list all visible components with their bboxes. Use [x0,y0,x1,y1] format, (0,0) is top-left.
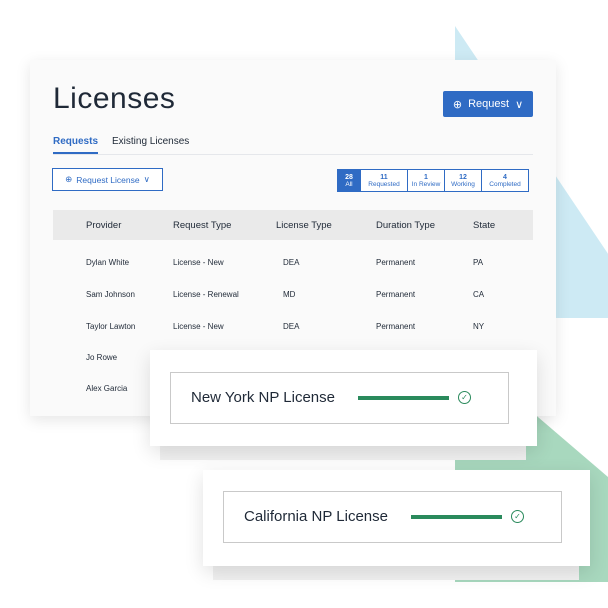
filter-label: Working [451,180,475,188]
cell-provider: Dylan White [86,258,130,267]
column-header-duration-type[interactable]: Duration Type [376,220,435,231]
table-row[interactable]: Taylor Lawton License - New DEA Permanen… [53,312,533,342]
cell-duration-type: Permanent [376,290,416,299]
column-header-license-type[interactable]: License Type [276,220,332,231]
filter-count: 12 [459,173,467,181]
table-header: Provider Request Type License Type Durat… [53,210,533,240]
plus-circle-icon: ⊕ [65,174,73,184]
cell-license-type: DEA [283,258,300,267]
card-shadow [213,566,579,580]
cell-duration-type: Permanent [376,322,416,331]
cell-state: PA [473,258,484,267]
cell-request-type: License - New [173,258,224,267]
license-card-label: California NP License [244,508,388,525]
request-button[interactable]: ⊕ Request ∨ [443,91,533,117]
filter-in-review[interactable]: 1 In Review [407,169,445,192]
filter-all[interactable]: 28 All [337,169,361,192]
table-row[interactable]: Sam Johnson License - Renewal MD Permane… [53,280,533,310]
filter-working[interactable]: 12 Working [444,169,482,192]
cell-provider: Sam Johnson [86,290,135,299]
cell-provider: Alex Garcia [86,384,128,393]
chevron-down-icon: ∨ [515,98,524,111]
filter-requested[interactable]: 11 Requested [360,169,408,192]
filter-count: 4 [503,173,507,181]
chevron-down-icon: ∨ [143,174,150,184]
tab-existing-licenses[interactable]: Existing Licenses [112,136,189,152]
filter-count: 1 [424,173,428,181]
plus-circle-icon: ⊕ [452,98,463,111]
check-circle-icon: ✓ [458,391,471,404]
cell-state: NY [473,322,485,331]
cell-license-type: MD [283,290,296,299]
license-card-inner: California NP License ✓ [223,491,562,543]
cell-license-type: DEA [283,322,300,331]
status-filter-group: 28 All 11 Requested 1 In Review 12 Worki… [337,169,529,192]
filter-label: Completed [489,180,521,188]
license-card-label: New York NP License [191,389,335,406]
card-shadow [160,446,526,460]
request-license-label: Request License [76,174,140,185]
filter-label: All [345,180,353,188]
table-row[interactable]: Dylan White License - New DEA Permanent … [53,248,533,278]
tab-bar: Requests Existing Licenses [53,136,533,155]
check-circle-icon: ✓ [511,510,524,523]
cell-request-type: License - New [173,322,224,331]
cell-duration-type: Permanent [376,258,416,267]
progress-bar [358,396,449,400]
column-header-request-type[interactable]: Request Type [173,220,231,231]
filter-label: In Review [411,180,441,188]
license-card-california[interactable]: California NP License ✓ [203,470,590,566]
progress-bar [411,515,502,519]
request-license-button[interactable]: ⊕ Request License ∨ [52,168,163,191]
column-header-provider[interactable]: Provider [86,220,121,231]
page-title: Licenses [53,82,176,115]
tab-requests[interactable]: Requests [53,136,99,154]
request-button-label: Request [468,98,510,110]
filter-label: Requested [368,180,400,188]
license-card-new-york[interactable]: New York NP License ✓ [150,350,537,446]
cell-request-type: License - Renewal [173,290,239,299]
filter-completed[interactable]: 4 Completed [481,169,529,192]
column-header-state[interactable]: State [473,220,495,231]
cell-provider: Jo Rowe [86,353,118,362]
filter-count: 28 [345,173,353,181]
filter-count: 11 [380,173,388,181]
license-card-inner: New York NP License ✓ [170,372,509,424]
cell-provider: Taylor Lawton [86,322,136,331]
cell-state: CA [473,290,485,299]
